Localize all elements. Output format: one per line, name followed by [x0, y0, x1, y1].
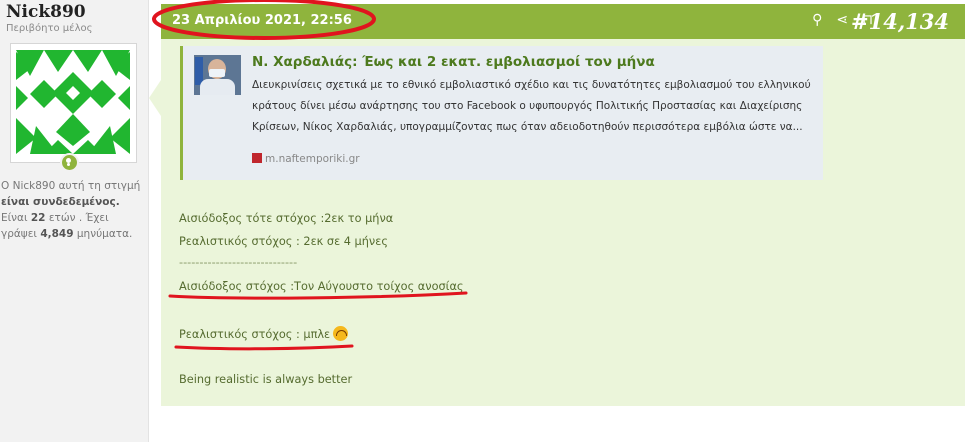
posts-suffix: μηνύματα. — [76, 228, 133, 240]
online-status-icon — [60, 153, 79, 172]
search-icon[interactable]: ⚲ — [812, 12, 822, 28]
upside-down-face-emoji-icon — [333, 326, 349, 341]
link-preview-description: Διευκρινίσεις σχετικά με το εθνικό εμβολ… — [252, 79, 811, 133]
realistic-now-text: Ρεαλιστικός στόχος : μπλε — [179, 328, 331, 341]
age-value: 22 — [30, 212, 46, 224]
avatar[interactable] — [10, 43, 137, 163]
optimistic-then-line: Αισιόδοξος τότε στόχος :2εκ το μήνα — [179, 212, 394, 225]
post-count: 4,849 — [40, 228, 74, 240]
post-header: 23 Απριλίου 2021, 22:56 ⚲ ⋖ ⊓ #14,134 — [161, 4, 965, 39]
thumbnail-mask — [209, 69, 225, 77]
source-domain: m.naftemporiki.gr — [265, 153, 360, 165]
post-message: 23 Απριλίου 2021, 22:56 ⚲ ⋖ ⊓ #14,134 Ν.… — [161, 4, 965, 406]
thumbnail-shirt — [200, 79, 235, 95]
user-title: Περιβόητο μέλος — [6, 23, 93, 34]
separator-line: ----------------------------- — [179, 256, 298, 269]
link-preview-title[interactable]: Ν. Χαρδαλιάς: Έως και 2 εκατ. εμβολιασμο… — [252, 54, 655, 70]
link-preview-source: m.naftemporiki.gr — [252, 153, 360, 165]
share-icon[interactable]: ⋖ — [836, 12, 848, 28]
user-status-info: Ο Nick890 αυτή τη στιγμή είναι συνδεδεμέ… — [1, 178, 146, 242]
age-suffix: ετών . Έχει — [48, 212, 109, 224]
post-date-link[interactable]: 23 Απριλίου 2021, 22:56 — [172, 13, 352, 28]
source-favicon-icon — [252, 153, 262, 163]
status-online: είναι συνδεδεμένος. — [1, 196, 120, 208]
closing-line: Being realistic is always better — [179, 373, 353, 386]
status-intro: Ο Nick890 αυτή τη στιγμή — [1, 180, 141, 192]
optimistic-now-line: Αισιόδοξος στόχος :Τον Αύγουστο τοίχος α… — [179, 280, 464, 293]
link-preview-thumbnail — [194, 55, 241, 95]
username-link[interactable]: Nick890 — [6, 3, 86, 21]
realistic-then-line: Ρεαλιστικός στόχος : 2εκ σε 4 μήνες — [179, 235, 388, 248]
age-prefix: Είναι — [1, 212, 28, 224]
post-number-link[interactable]: #14,134 — [851, 9, 949, 34]
user-panel: Nick890 Περιβόητο μέλος Ο Nick890 αυτή τ… — [0, 0, 149, 442]
link-preview-card[interactable]: Ν. Χαρδαλιάς: Έως και 2 εκατ. εμβολιασμο… — [180, 46, 823, 180]
posts-prefix: γράψει — [1, 228, 37, 240]
message-pointer — [149, 80, 161, 116]
identicon-avatar — [14, 46, 132, 158]
realistic-now-line: Ρεαλιστικός στόχος : μπλε — [179, 326, 349, 341]
